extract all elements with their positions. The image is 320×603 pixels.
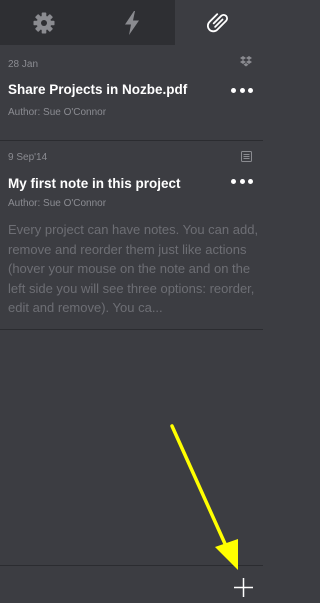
note-author: Author: Sue O'Connor	[8, 198, 107, 209]
note-author: Author: Sue O'Connor	[8, 107, 107, 118]
more-options-button[interactable]	[231, 176, 253, 186]
lightning-icon	[124, 10, 139, 35]
note-date: 28 Jan	[8, 59, 39, 70]
note-title[interactable]: My first note in this project	[8, 176, 181, 191]
note-body: Every project can have notes. You can ad…	[8, 222, 259, 315]
dot	[239, 87, 245, 93]
note-item[interactable]: 28 Jan Share Projects in Nozbe.pdf Autho…	[0, 45, 263, 141]
tab-attachments[interactable]	[175, 0, 264, 45]
gear-icon	[33, 12, 55, 33]
tab-settings[interactable]	[0, 0, 88, 45]
tab-priority[interactable]	[88, 0, 176, 45]
note-icon	[241, 151, 252, 162]
note-date: 9 Sep'14	[8, 152, 48, 163]
dot	[248, 87, 253, 93]
dot	[231, 87, 236, 93]
dot	[231, 178, 236, 184]
bottom-toolbar	[0, 565, 263, 603]
note-item[interactable]: 9 Sep'14 My first note in this project A…	[0, 140, 263, 330]
dot	[239, 178, 245, 184]
dropbox-icon	[240, 56, 252, 67]
plus-icon[interactable]	[233, 577, 254, 598]
more-options-button[interactable]	[231, 85, 253, 95]
paperclip-icon	[207, 12, 229, 32]
tab-bar	[0, 0, 264, 45]
note-title[interactable]: Share Projects in Nozbe.pdf	[8, 82, 187, 97]
dot	[248, 178, 253, 184]
